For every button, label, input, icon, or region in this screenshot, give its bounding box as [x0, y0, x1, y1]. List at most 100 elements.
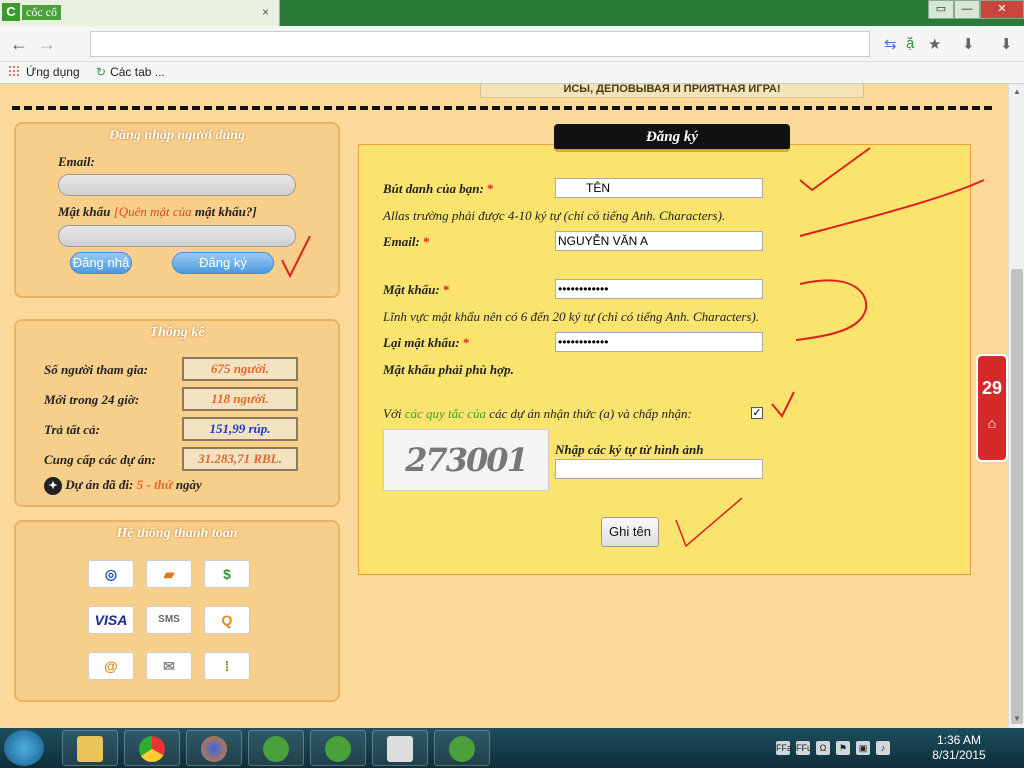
terms-checkbox[interactable]: ✓	[751, 407, 763, 419]
scroll-down-arrow-icon[interactable]: ▼	[1013, 714, 1021, 723]
alias-hint: Allas trường phải được 4-10 ký tự (chỉ c…	[383, 208, 726, 223]
chrome-taskbar-item[interactable]	[124, 730, 180, 766]
registration-header: Đăng ký	[554, 124, 790, 152]
confirm-password-field[interactable]: ••••••••••••	[555, 332, 763, 352]
yandex-money-icon[interactable]: ▰	[146, 560, 192, 588]
address-bar[interactable]	[90, 31, 870, 57]
captcha-image: 273001	[383, 429, 549, 491]
window-controls: ▭ — ✕	[928, 0, 1024, 20]
stat-label: Cung cấp các dự án:	[44, 452, 156, 467]
tab-title: cổc cổ	[22, 5, 61, 20]
forward-arrow-icon[interactable]: →	[38, 34, 56, 55]
bookmark-apps[interactable]: Ứng dụng	[8, 65, 80, 79]
flag-icon[interactable]: ⚑	[836, 741, 850, 755]
minimize-button[interactable]: —	[954, 0, 980, 19]
bookmarks-bar: Ứng dụng ↻ Các tab ...	[0, 62, 1024, 84]
clock-time: 1:36 AM	[936, 733, 982, 747]
top-banner: ЙСЫ, ДЕПОВЫВАЯ И ПРИЯТНАЯ ИГРА!	[480, 84, 864, 98]
browser-tab[interactable]: C cổc cổ ×	[0, 0, 280, 26]
stat-value: 31.283,71 RBL.	[182, 447, 298, 471]
required-marker: *	[487, 181, 494, 196]
translate-icon[interactable]: ⇆	[884, 35, 897, 53]
start-button-icon[interactable]	[4, 730, 44, 766]
side-widget-number: 29	[981, 378, 1003, 398]
tray-app-icon[interactable]: FFu	[796, 741, 812, 755]
terms-link[interactable]: các quy tắc của	[405, 406, 486, 421]
password-field[interactable]: ••••••••••••	[555, 279, 763, 299]
apps-label: Ứng dụng	[26, 65, 80, 79]
bookmark-star-icon[interactable]: ★	[928, 35, 941, 53]
volume-icon[interactable]: ♪	[876, 741, 890, 755]
money-icon[interactable]: $	[204, 560, 250, 588]
player-taskbar-item[interactable]	[372, 730, 428, 766]
captcha-input[interactable]	[555, 459, 763, 479]
webmoney-icon[interactable]: ◎	[88, 560, 134, 588]
coccoc-taskbar-item[interactable]	[248, 730, 304, 766]
coccoc-taskbar-item[interactable]	[434, 730, 490, 766]
login-title: Đăng nhập người dùng	[108, 128, 246, 143]
qiwi-icon[interactable]: Q	[204, 606, 250, 634]
close-button[interactable]: ✕	[980, 0, 1024, 19]
page-scrollbar[interactable]: ▲ ▼	[1008, 84, 1024, 728]
login-panel: Đăng nhập người dùng Email: Mật khẩu [Qu…	[14, 122, 340, 298]
stat-label: Mới trong 24 giờ:	[44, 392, 140, 407]
apps-grid-icon	[8, 65, 20, 77]
side-promo-widget[interactable]: 29 ⌂	[976, 354, 1008, 462]
coccoc-taskbar-item[interactable]	[310, 730, 366, 766]
back-arrow-icon[interactable]: ←	[10, 34, 28, 55]
terms-label: Với các quy tắc của các dự án nhận thức …	[383, 406, 692, 421]
tray-app-icon[interactable]: Ω	[816, 741, 830, 755]
tab-strip: C cổc cổ × ▭ — ✕	[0, 0, 1024, 26]
email-at-icon[interactable]: @	[88, 652, 134, 680]
gift-icon: ⌂	[987, 415, 997, 431]
taskbar-clock[interactable]: 1:36 AM 8/31/2015	[914, 733, 1004, 763]
stat-value: 118 người.	[182, 387, 298, 411]
tray-app-icon[interactable]: FFa	[776, 741, 792, 755]
sms-icon[interactable]: SMS	[146, 606, 192, 634]
visa-icon[interactable]: VISA	[88, 606, 134, 634]
project-duration: ✦ Dự án đã đi: 5 - thứ ngày	[44, 477, 202, 495]
confirm-hint: Mật khẩu phải phù hợp.	[383, 362, 514, 377]
clock-date: 8/31/2015	[932, 748, 986, 762]
email-field[interactable]: NGUYỄN VĂN A	[555, 231, 763, 251]
network-icon[interactable]: ▣	[856, 741, 870, 755]
running-man-icon: ✦	[44, 477, 62, 495]
stat-value: 675 người.	[182, 357, 298, 381]
register-button[interactable]: Đăng ký	[172, 252, 274, 274]
login-email-label: Email:	[58, 154, 95, 169]
envelope-icon[interactable]: ✉	[146, 652, 192, 680]
login-button[interactable]: Đăng nhậ	[70, 252, 132, 274]
nickname-label: Bút danh của bạn: *	[383, 181, 494, 196]
download-icon[interactable]: ⬇	[962, 35, 975, 53]
dashed-divider	[12, 106, 992, 110]
forgot-password-link[interactable]: [Quên mật của	[114, 204, 192, 219]
login-password-label: Mật khẩu [Quên mật của mật khẩu?]	[58, 204, 257, 219]
login-email-input[interactable]	[58, 174, 296, 196]
menu-icon[interactable]: ⬇	[1000, 35, 1013, 53]
coccoc-icon[interactable]: ặ	[906, 35, 914, 52]
bookmark-tabs[interactable]: ↻ Các tab ...	[96, 65, 165, 79]
firefox-taskbar-item[interactable]	[186, 730, 242, 766]
stat-label: Số người tham gia:	[44, 362, 148, 377]
scroll-up-arrow-icon[interactable]: ▲	[1013, 87, 1021, 96]
nickname-input[interactable]: TÊN	[555, 178, 763, 198]
login-password-input[interactable]	[58, 225, 296, 247]
scrollbar-thumb[interactable]	[1011, 269, 1023, 724]
email-label: Email: *	[383, 234, 430, 249]
payments-title: Hệ thống thanh toán	[116, 526, 238, 541]
confirm-password-label: Lại mật khẩu: *	[383, 335, 470, 350]
submit-button[interactable]: Ghi tên	[601, 517, 659, 547]
captcha-label: Nhập các ký tự từ hình ảnh	[555, 442, 704, 457]
restore-button[interactable]: ▭	[928, 0, 954, 19]
bars-icon[interactable]: ⁞	[204, 652, 250, 680]
stats-panel: Thống kê Số người tham gia: 675 người. M…	[14, 319, 340, 507]
registration-form: Bút danh của bạn: * TÊN Allas trường phả…	[358, 144, 971, 575]
explorer-taskbar-item[interactable]	[62, 730, 118, 766]
windows-taskbar: FFa FFu Ω ⚑ ▣ ♪ 1:36 AM 8/31/2015	[0, 728, 1024, 768]
tab-close-icon[interactable]: ×	[262, 5, 269, 19]
coccoc-small-icon: ↻	[96, 65, 107, 79]
tabs-label: Các tab ...	[110, 65, 165, 79]
stat-value: 151,99 rúp.	[182, 417, 298, 441]
site-favicon-icon: C	[2, 3, 20, 21]
system-tray: FFa FFu Ω ⚑ ▣ ♪ 1:36 AM 8/31/2015	[734, 728, 1024, 768]
